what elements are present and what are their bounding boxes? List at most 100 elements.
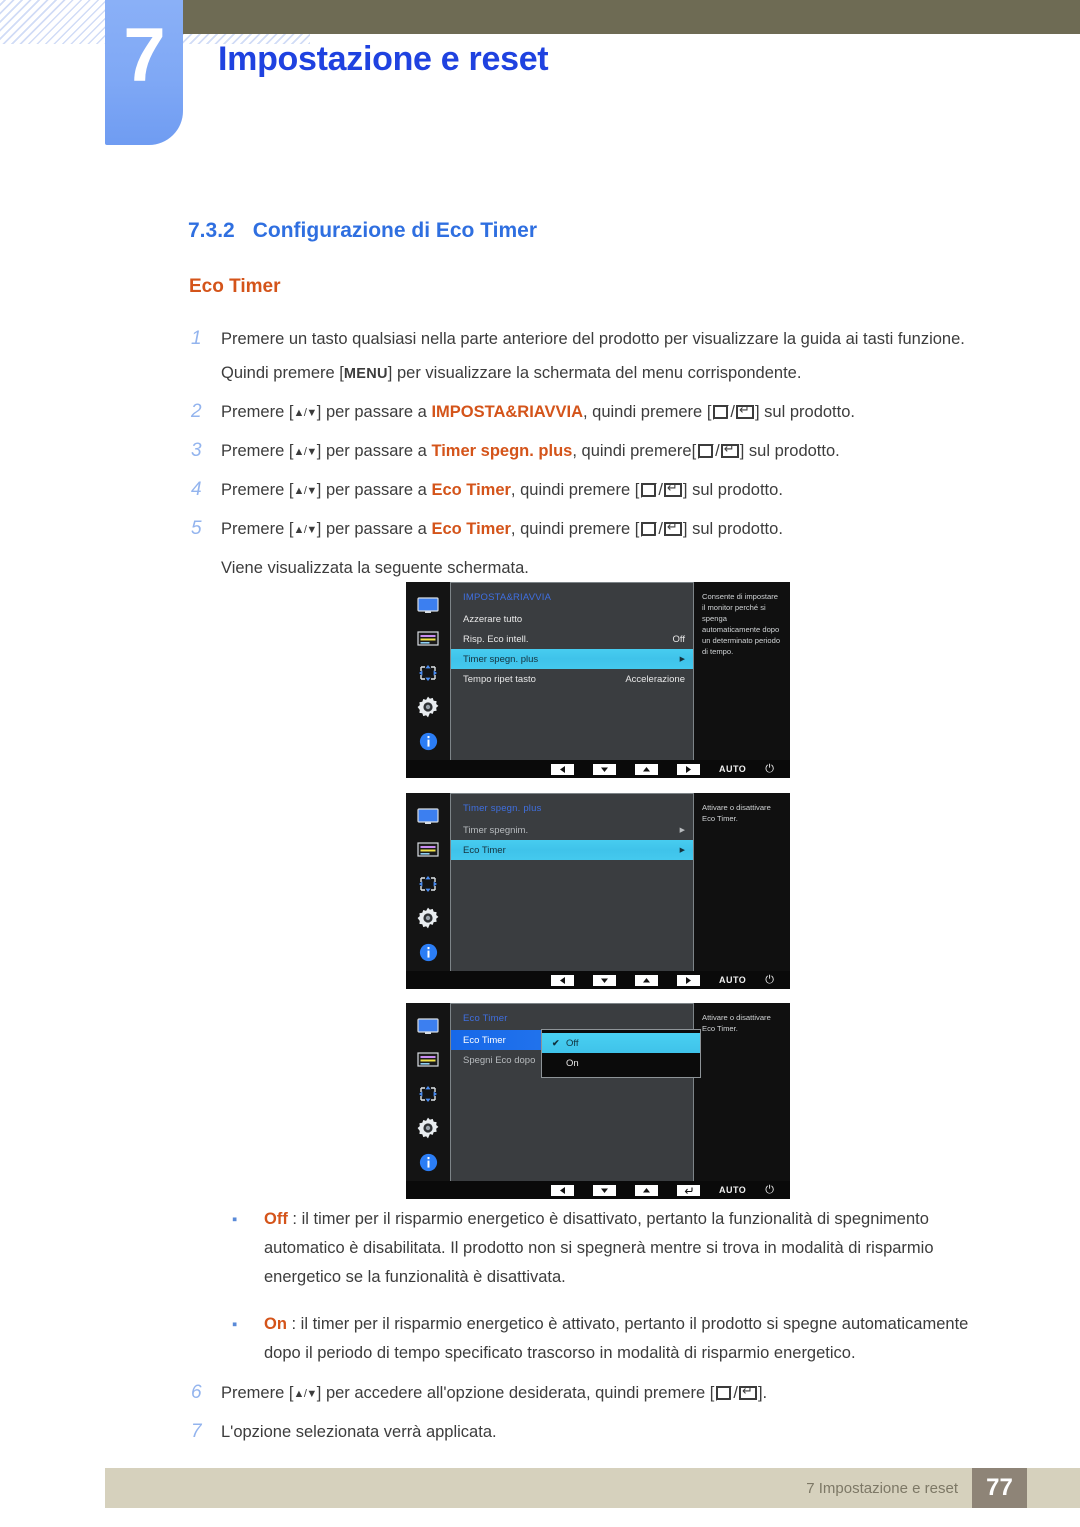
osd-help-text: Consente di impostare il monitor perché … bbox=[694, 582, 790, 760]
osd-bar-key[interactable] bbox=[550, 1184, 574, 1196]
osd-bar-key[interactable] bbox=[634, 1184, 658, 1196]
highlight-term: Eco Timer bbox=[431, 520, 511, 538]
gear-icon bbox=[413, 1115, 443, 1141]
osd-dropdown-option[interactable]: On bbox=[542, 1053, 700, 1073]
step-text: ] per accedere all'opzione desiderata, q… bbox=[316, 1384, 715, 1402]
header-band bbox=[182, 0, 1080, 34]
osd-row-label: Timer spegnim. bbox=[463, 824, 529, 836]
submenu-arrow-icon: ▶ bbox=[679, 826, 685, 834]
submenu-arrow-icon: ▶ bbox=[679, 846, 685, 854]
bullet-marker: ▪ bbox=[232, 1316, 238, 1333]
source-key-icon bbox=[712, 405, 730, 420]
monitor-icon bbox=[413, 592, 443, 618]
power-icon[interactable]: ⏻ bbox=[765, 1184, 774, 1196]
source-key-icon bbox=[697, 444, 715, 459]
auto-button[interactable]: AUTO bbox=[719, 1185, 746, 1195]
page-number: 77 bbox=[972, 1468, 1027, 1508]
osd-help-text: Attivare o disattivare Eco Timer. bbox=[694, 1003, 790, 1181]
osd-menu-title: IMPOSTA&RIAVVIA bbox=[463, 592, 552, 603]
osd-bar-key[interactable] bbox=[550, 763, 574, 775]
step-text: ] per passare a bbox=[316, 520, 432, 538]
osd-bar-key[interactable] bbox=[634, 974, 658, 986]
osd-bar-key[interactable] bbox=[676, 763, 700, 775]
osd-bar-key[interactable] bbox=[592, 763, 616, 775]
step-text: ]. bbox=[757, 1384, 768, 1402]
enter-key-icon bbox=[720, 442, 739, 458]
osd-button-bar: AUTO ⏻ bbox=[406, 1181, 790, 1199]
auto-button[interactable]: AUTO bbox=[719, 975, 746, 985]
osd-screenshot-1: IMPOSTA&RIAVVIA Azzerare tutto Risp. Eco i… bbox=[406, 582, 790, 778]
enter-key-icon bbox=[738, 1384, 757, 1400]
position-arrows-icon bbox=[413, 660, 443, 686]
bullet-text: On : il timer per il risparmio energetic… bbox=[264, 1310, 980, 1368]
step-text: / bbox=[715, 442, 720, 460]
osd-bar-key[interactable] bbox=[550, 974, 574, 986]
osd-menu-row[interactable]: Azzerare tutto bbox=[451, 609, 693, 629]
chapter-title: Impostazione e reset bbox=[218, 40, 549, 78]
steps-list-tail: 6 Premere [▲/▼] per accedere all'opzione … bbox=[189, 1376, 979, 1453]
step-text: / bbox=[658, 520, 663, 538]
osd-menu-row[interactable]: Eco Timer ▶ bbox=[451, 840, 693, 860]
gear-icon bbox=[413, 905, 443, 931]
osd-menu-title: Timer spegn. plus bbox=[463, 803, 542, 814]
osd-bar-key[interactable] bbox=[592, 974, 616, 986]
osd-row-label: Azzerare tutto bbox=[463, 613, 523, 625]
osd-body: IMPOSTA&RIAVVIA Azzerare tutto Risp. Eco i… bbox=[406, 582, 790, 760]
step-item: 3 Premere [▲/▼] per passare a Timer spegn… bbox=[189, 434, 979, 469]
osd-dropdown-option[interactable]: ✔ Off bbox=[542, 1033, 700, 1053]
footer-text: 7 Impostazione e reset bbox=[806, 1480, 958, 1497]
bullet-text: Off : il timer per il risparmio energeti… bbox=[264, 1205, 980, 1292]
osd-help-text: Attivare o disattivare Eco Timer. bbox=[694, 793, 790, 971]
step-item: 6 Premere [▲/▼] per accedere all'opzione … bbox=[189, 1376, 979, 1411]
power-icon[interactable]: ⏻ bbox=[765, 763, 774, 775]
step-body: Premere un tasto qualsiasi nella parte a… bbox=[221, 322, 979, 391]
osd-dropdown-label: On bbox=[566, 1057, 579, 1069]
step-item: 7 L'opzione selezionata verrà applicata. bbox=[189, 1415, 979, 1449]
osd-menu-panel: Timer spegn. plus Timer spegnim. ▶ Eco Time… bbox=[450, 793, 694, 971]
step-body: L'opzione selezionata verrà applicata. bbox=[221, 1415, 979, 1449]
step-number: 4 bbox=[191, 479, 202, 500]
bullet-term: Off bbox=[264, 1210, 288, 1228]
updown-key-icon: ▲/▼ bbox=[293, 524, 317, 536]
step-text: ] sul prodotto. bbox=[755, 403, 855, 421]
step-text: / bbox=[733, 1384, 738, 1402]
power-icon[interactable]: ⏻ bbox=[765, 974, 774, 986]
gear-icon bbox=[413, 694, 443, 720]
osd-dropdown-label: Off bbox=[566, 1037, 579, 1049]
osd-menu-row[interactable]: Risp. Eco intell. Off bbox=[451, 629, 693, 649]
osd-dropdown[interactable]: ✔ Off On bbox=[541, 1029, 701, 1078]
osd-bar-key[interactable] bbox=[676, 974, 700, 986]
step-text: , quindi premere [ bbox=[510, 520, 640, 538]
step-item: 5 Premere [▲/▼] per passare a Eco Timer, … bbox=[189, 512, 979, 547]
osd-menu-row[interactable]: Tempo ripet tasto Accelerazione bbox=[451, 669, 693, 689]
section-number: 7.3.2 bbox=[188, 219, 235, 242]
color-bars-icon bbox=[413, 837, 443, 863]
step-text: , quindi premere[ bbox=[572, 442, 697, 460]
osd-row-label: Eco Timer bbox=[463, 1034, 506, 1046]
step-text: Premere [ bbox=[221, 403, 294, 421]
bullet-description: : il timer per il risparmio energetico è… bbox=[264, 1315, 969, 1362]
osd-bar-key[interactable] bbox=[592, 1184, 616, 1196]
auto-button[interactable]: AUTO bbox=[719, 764, 746, 774]
osd-menu-title: Eco Timer bbox=[463, 1013, 508, 1024]
info-icon bbox=[413, 728, 443, 754]
osd-row-label: Timer spegn. plus bbox=[463, 653, 539, 665]
step-body: Premere [▲/▼] per accedere all'opzione d… bbox=[221, 1376, 979, 1411]
osd-bar-key[interactable] bbox=[676, 1184, 700, 1196]
osd-sidebar bbox=[406, 582, 450, 760]
color-bars-icon bbox=[413, 1047, 443, 1073]
position-arrows-icon bbox=[413, 1081, 443, 1107]
osd-row-label: Tempo ripet tasto bbox=[463, 673, 536, 685]
osd-menu-row[interactable]: Timer spegn. plus ▶ bbox=[451, 649, 693, 669]
enter-key-icon bbox=[736, 403, 754, 419]
source-key-icon bbox=[715, 1386, 733, 1401]
menu-key-label: MENU bbox=[343, 366, 388, 382]
osd-button-bar: AUTO ⏻ bbox=[406, 760, 790, 778]
highlight-term: IMPOSTA&RIAVVIA bbox=[431, 403, 583, 421]
osd-bar-key[interactable] bbox=[634, 763, 658, 775]
submenu-arrow-icon: ▶ bbox=[679, 655, 685, 663]
highlight-term: Timer spegn. plus bbox=[431, 442, 573, 460]
osd-body: Eco Timer Eco Timer Spegni Eco dopo ✔ Off On A… bbox=[406, 1003, 790, 1181]
osd-menu-row[interactable]: Timer spegnim. ▶ bbox=[451, 820, 693, 840]
step-text: ] sul prodotto. bbox=[682, 481, 783, 499]
